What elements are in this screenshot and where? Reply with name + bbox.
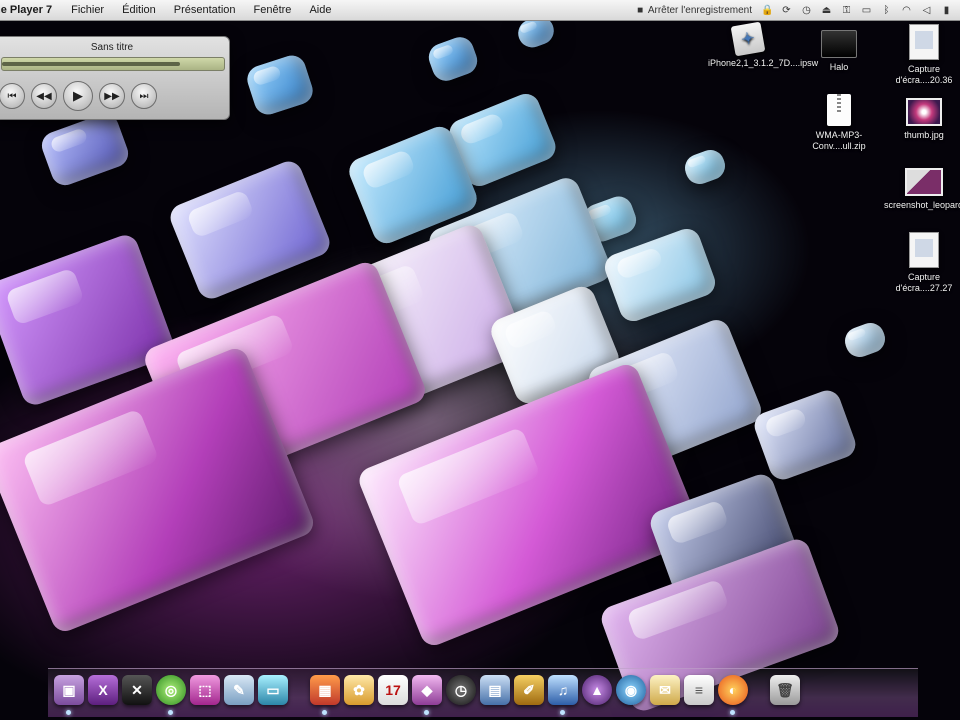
stop-recording-item[interactable]: ■ Arrêter l'enregistrement: [635, 5, 752, 16]
screen-icon[interactable]: ▭: [258, 675, 288, 705]
mail-icon[interactable]: ✉: [650, 675, 680, 705]
script-icon[interactable]: ✐: [514, 675, 544, 705]
dashboard-icon[interactable]: ▲: [582, 675, 612, 705]
desktop-icon-label: Capture d'écra....27.27: [895, 272, 953, 293]
volume-icon[interactable]: ◁: [921, 5, 932, 16]
app-menu[interactable]: ne Player 7: [0, 4, 62, 16]
dock-separator: [292, 675, 306, 705]
itunes-icon[interactable]: ♫: [548, 675, 578, 715]
lock-icon[interactable]: 🔒: [761, 5, 773, 16]
text-icon[interactable]: ≡: [684, 675, 714, 705]
menu-edition[interactable]: Édition: [113, 4, 165, 16]
ipsw-file-icon: ✦: [730, 21, 766, 57]
wallpaper-cube: [166, 157, 334, 303]
calendar-icon[interactable]: 17: [378, 675, 408, 705]
preview-icon[interactable]: ✎: [224, 675, 254, 705]
wallpaper-cube: [750, 386, 860, 484]
menu-presentation[interactable]: Présentation: [165, 4, 245, 16]
app-grid-icon[interactable]: ▦: [310, 675, 340, 715]
dock: ▣ X ✕ ◎ ⬚ ✎ ▭ ▦ ✿ 17 ◆ ◷ ▤ ✐ ♫ ▲ ◉ ✉ ≡ ◐…: [48, 668, 918, 717]
time-machine-icon[interactable]: ◷: [801, 5, 812, 16]
screenshot-file-icon: [909, 24, 939, 60]
next-button[interactable]: ⏭: [131, 83, 157, 109]
time-machine-icon[interactable]: ◷: [446, 675, 476, 705]
player-window[interactable]: Sans titre ⏮ ◀◀ ▶ ▶▶ ⏭: [0, 36, 230, 120]
desktop-icon-capture-2[interactable]: Capture d'écra....27.27: [884, 232, 960, 294]
trash-icon[interactable]: 🗑: [770, 675, 800, 705]
photo-booth-icon[interactable]: ✿: [344, 675, 374, 705]
desktop-icon-label: thumb.jpg: [904, 130, 944, 140]
record-icon: ■: [637, 4, 644, 16]
desktop-icon-label: screenshot_leopard5.jpg: [884, 200, 960, 210]
play-button[interactable]: ▶: [63, 81, 93, 111]
dock-separator: [752, 675, 766, 705]
eject-icon[interactable]: ⏏: [821, 5, 832, 16]
menu-fenetre[interactable]: Fenêtre: [245, 4, 301, 16]
desktop-icon-screenshot-leopard[interactable]: screenshot_leopard5.jpg: [884, 168, 960, 211]
desktop-icon-capture-1[interactable]: Capture d'écra....20.36: [884, 24, 960, 86]
photos-icon[interactable]: ◆: [412, 675, 442, 715]
fast-forward-icon: ▶▶: [104, 90, 120, 102]
desktop-icon-zip[interactable]: WMA-MP3-Conv....ull.zip: [799, 94, 879, 152]
zip-file-icon: [827, 94, 851, 126]
progress-fill: [2, 62, 180, 66]
keychain-icon[interactable]: ⚿: [841, 5, 852, 16]
desktop-icon-label: WMA-MP3-Conv....ull.zip: [812, 130, 866, 151]
wallpaper-cube: [243, 51, 317, 119]
safari-icon[interactable]: ◎: [156, 675, 186, 715]
previous-icon: ⏮: [7, 90, 17, 102]
x11-icon[interactable]: X: [88, 675, 118, 705]
network-icon[interactable]: ⬚: [190, 675, 220, 705]
image-file-icon: [906, 98, 942, 126]
menu-aide[interactable]: Aide: [300, 4, 340, 16]
x-icon[interactable]: ✕: [122, 675, 152, 705]
stop-recording-label: Arrêter l'enregistrement: [647, 4, 752, 16]
desktop-icon-label: Halo: [829, 62, 849, 72]
previous-button[interactable]: ⏮: [0, 83, 25, 109]
wifi-icon[interactable]: ◠: [901, 5, 912, 16]
player-controls: ⏮ ◀◀ ▶ ▶▶ ⏭: [0, 81, 157, 111]
wallpaper-cube: [841, 319, 889, 361]
photo-icon[interactable]: ▣: [54, 675, 84, 715]
battery-icon[interactable]: ▮: [941, 5, 952, 16]
screenshot-file-icon: [909, 232, 939, 268]
wallpaper-cube: [601, 225, 719, 325]
sync-icon[interactable]: ⟳: [781, 5, 792, 16]
iphoto-icon[interactable]: ▤: [480, 675, 510, 705]
app-store-icon[interactable]: ◉: [616, 675, 646, 705]
play-icon: ▶: [73, 88, 83, 103]
next-icon: ⏭: [139, 90, 149, 102]
menu-fichier[interactable]: Fichier: [62, 4, 113, 16]
calendar-day: 17: [385, 682, 401, 698]
wallpaper-cube: [38, 109, 132, 190]
bluetooth-icon[interactable]: ᛒ: [881, 5, 892, 16]
desktop-icon-halo[interactable]: Halo: [799, 30, 879, 73]
firefox-icon[interactable]: ◐: [718, 675, 748, 715]
fast-forward-button[interactable]: ▶▶: [99, 83, 125, 109]
progress-track[interactable]: [1, 57, 225, 71]
screen-icon[interactable]: ▭: [861, 5, 872, 16]
player-title: Sans titre: [90, 42, 134, 53]
desktop-icon-ipsw[interactable]: ✦ iPhone2,1_3.1.2_7D....ipsw: [708, 21, 818, 69]
desktop-icon-label: Capture d'écra....20.36: [895, 64, 953, 85]
status-area: ■ Arrêter l'enregistrement 🔒 ⟳ ◷ ⏏ ⚿ ▭ ᛒ…: [635, 5, 960, 16]
menu-bar: ne Player 7 Fichier Édition Présentation…: [0, 0, 960, 21]
desktop-icon-thumb[interactable]: thumb.jpg: [884, 98, 960, 141]
wallpaper-cube: [681, 146, 729, 188]
rewind-icon: ◀◀: [36, 90, 52, 102]
wallpaper-cube: [424, 33, 482, 85]
image-file-icon: [905, 168, 943, 196]
halo-app-icon: [821, 30, 857, 58]
rewind-button[interactable]: ◀◀: [31, 83, 57, 109]
